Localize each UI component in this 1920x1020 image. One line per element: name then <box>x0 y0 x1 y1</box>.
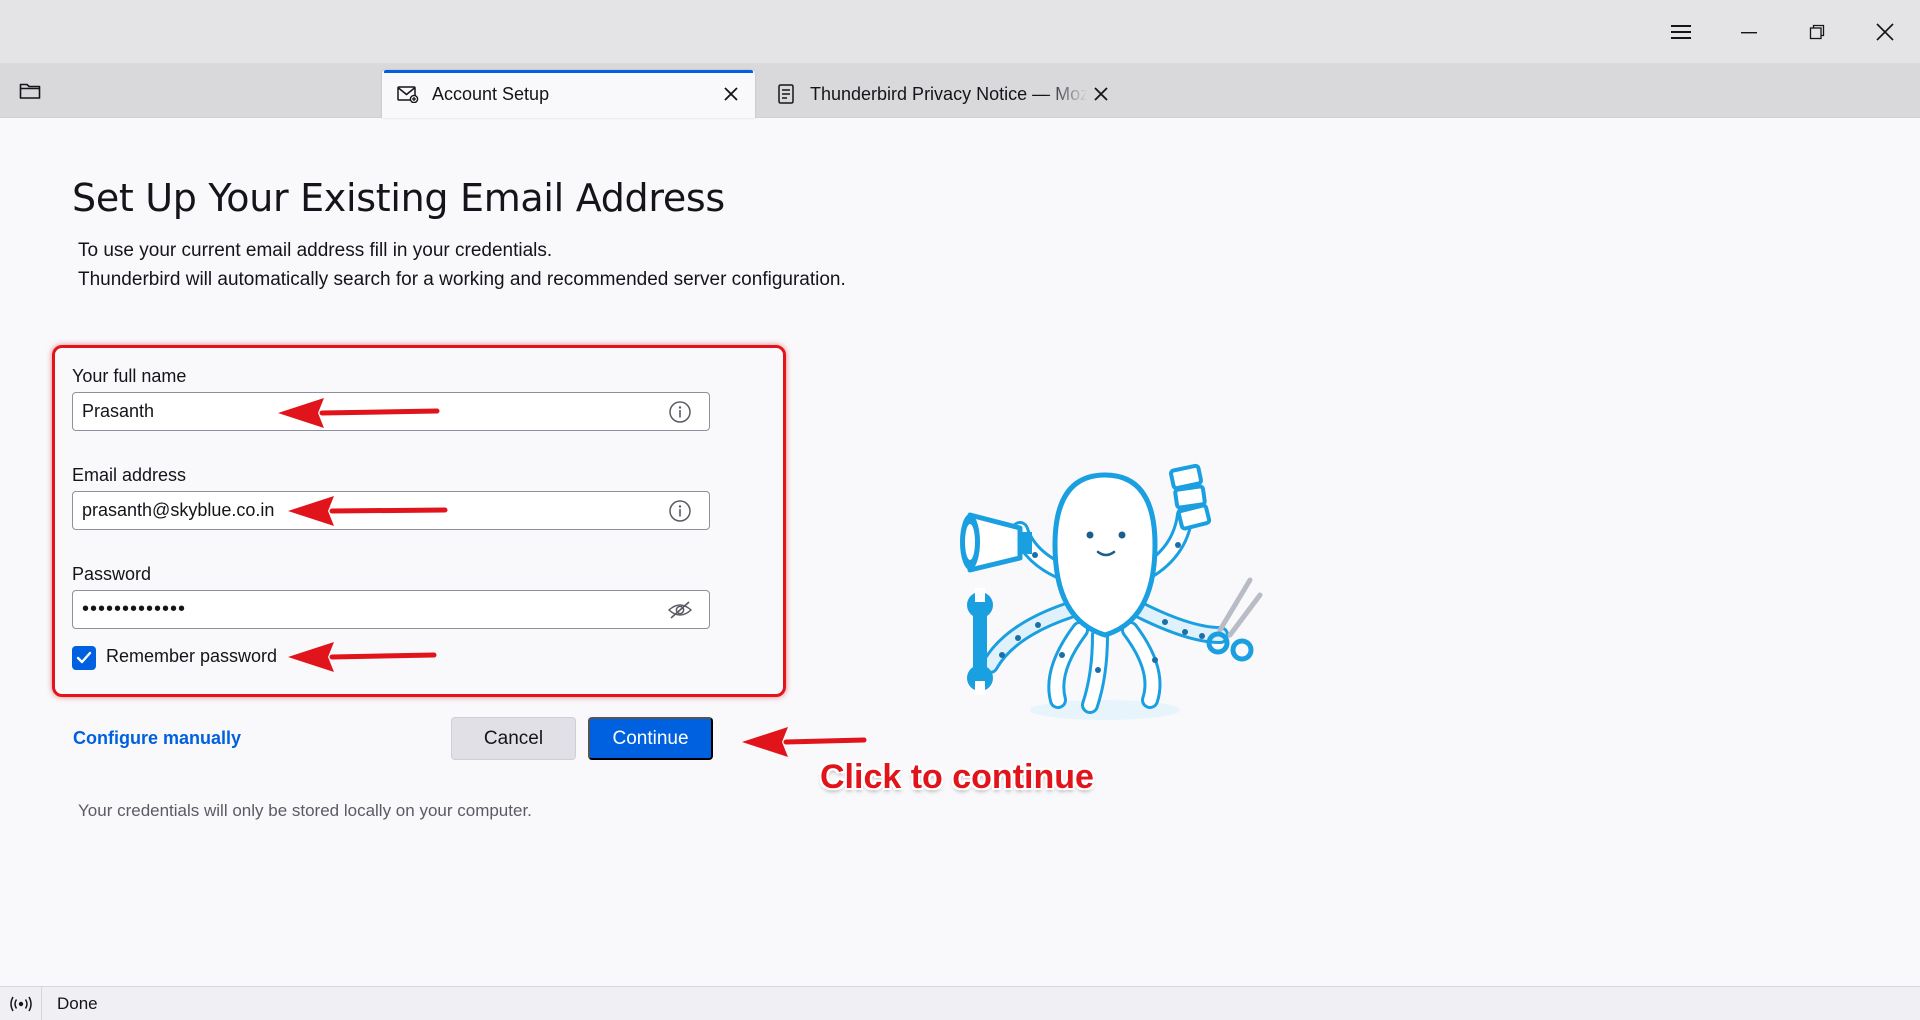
eye-hidden-icon[interactable] <box>665 595 695 625</box>
broadcast-icon[interactable] <box>0 986 42 1020</box>
tab-account-setup[interactable]: Account Setup <box>382 70 755 118</box>
info-icon[interactable] <box>665 496 695 526</box>
annotation-arrow <box>742 727 867 757</box>
folder-button[interactable] <box>16 77 44 105</box>
close-window-button[interactable] <box>1851 0 1919 63</box>
close-icon <box>724 87 738 101</box>
password-label: Password <box>72 564 152 584</box>
password-value: ••••••••••••• <box>82 598 187 620</box>
password-field[interactable]: ••••••••••••• <box>72 590 710 629</box>
close-icon <box>1876 22 1894 41</box>
full-name-label: Your full name <box>72 366 187 386</box>
hamburger-menu-icon <box>1671 24 1691 39</box>
thunderbird-octopus-mascot-icon <box>960 463 1263 720</box>
tab-close-button[interactable] <box>1087 80 1115 108</box>
email-label: Email address <box>72 465 187 485</box>
intro-text: To use your current email address fill i… <box>78 240 553 261</box>
tab-strip: Account Setup Thunderbird Privacy Notice… <box>0 63 1920 118</box>
status-text: Done <box>57 993 98 1013</box>
status-bar: Done <box>0 986 1920 1020</box>
annotation-arrow <box>288 642 437 672</box>
minimize-button[interactable] <box>1715 0 1783 63</box>
tab-label: Thunderbird Privacy Notice — Mozilla <box>810 83 1087 104</box>
continue-button[interactable]: Continue <box>588 717 713 760</box>
restore-icon <box>1809 24 1825 39</box>
mail-setup-icon <box>396 82 420 106</box>
info-icon[interactable] <box>665 397 695 427</box>
title-bar <box>0 0 1920 63</box>
restore-button[interactable] <box>1783 0 1851 63</box>
annotation-arrow <box>278 398 440 428</box>
tab-close-button[interactable] <box>717 80 745 108</box>
credentials-note: Your credentials will only be stored loc… <box>78 801 532 820</box>
annotation-arrow <box>288 496 448 526</box>
remember-password-checkbox[interactable] <box>72 646 96 670</box>
checkmark-icon <box>76 651 92 664</box>
remember-password-label[interactable]: Remember password <box>106 646 277 667</box>
tab-label: Account Setup <box>432 83 550 104</box>
cancel-button[interactable]: Cancel <box>451 717 576 760</box>
hamburger-menu-button[interactable] <box>1647 0 1715 63</box>
configure-manually-link[interactable]: Configure manually <box>73 728 241 749</box>
close-icon <box>1094 87 1108 101</box>
annotation-click-text: Click to continue <box>820 758 1094 796</box>
folder-icon <box>19 83 41 99</box>
page-title: Set Up Your Existing Email Address <box>72 176 725 220</box>
intro-text: Thunderbird will automatically search fo… <box>78 269 846 290</box>
minimize-icon <box>1741 31 1757 33</box>
document-icon <box>774 82 798 106</box>
tab-privacy-notice[interactable]: Thunderbird Privacy Notice — Mozilla <box>760 70 1125 118</box>
